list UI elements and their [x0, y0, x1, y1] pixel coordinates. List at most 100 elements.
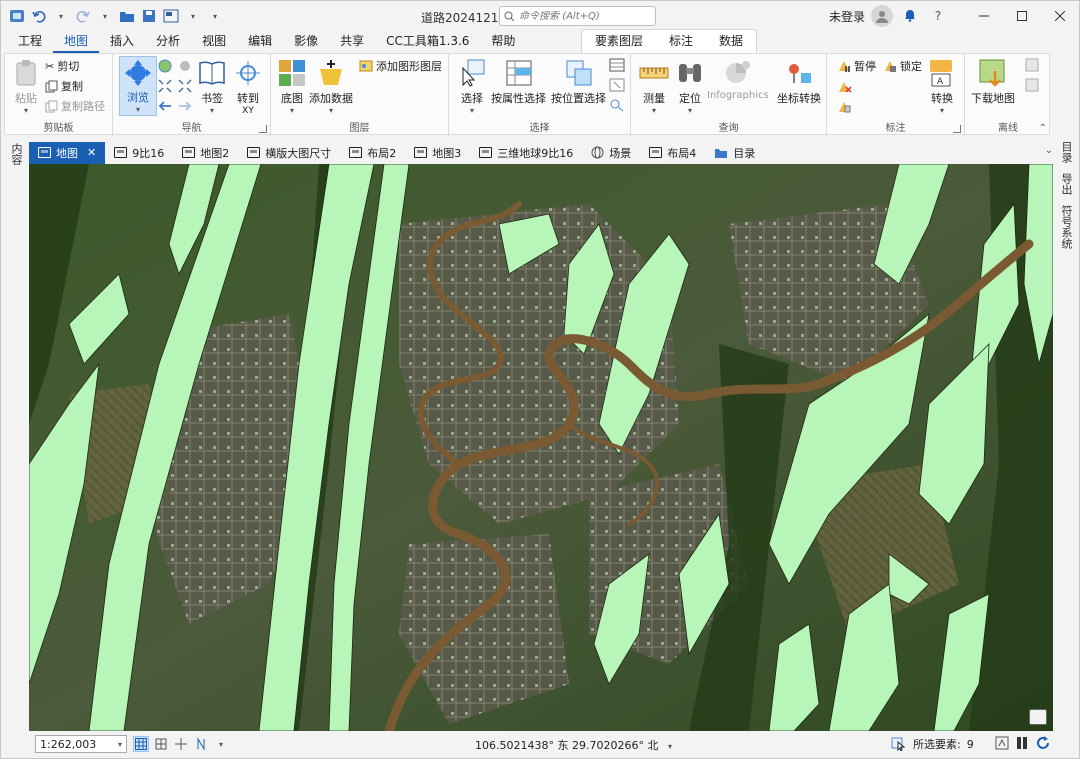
symbology-pane-tab[interactable]: 符号系统	[1058, 205, 1074, 249]
notification-bell-icon[interactable]	[899, 8, 921, 25]
view-tab-globe-9-16[interactable]: 三维地球9比16	[470, 142, 582, 164]
convert-labels-button[interactable]: A 转换 ▾	[927, 58, 957, 115]
select-by-attributes-button[interactable]: 按属性选择	[491, 58, 546, 106]
clear-selection-icon[interactable]	[609, 78, 625, 95]
attributes-icon[interactable]	[609, 58, 625, 75]
basemap-dropdown-icon[interactable]: ▾	[290, 106, 294, 115]
map-notes-icon[interactable]	[1029, 709, 1047, 725]
maximize-icon[interactable]	[1003, 1, 1041, 31]
save-icon[interactable]	[139, 6, 159, 26]
selected-features[interactable]: 所选要素: 9	[891, 734, 974, 754]
locate-button[interactable]: 定位 ▾	[675, 58, 705, 115]
close-icon[interactable]	[1041, 1, 1079, 31]
view-tab-layout2[interactable]: 布局2	[340, 142, 405, 164]
collapse-ribbon-icon[interactable]: ⌃	[1039, 123, 1047, 134]
tab-share[interactable]: 共享	[329, 31, 375, 53]
select-by-location-button[interactable]: 按位置选择	[551, 58, 606, 106]
bookmarks-button[interactable]: 书签 ▾	[197, 58, 227, 115]
select-button[interactable]: 选择 ▾	[457, 58, 487, 115]
scale-dropdown-icon[interactable]: ▾	[118, 740, 122, 749]
measure-button[interactable]: 测量 ▾	[639, 58, 669, 115]
zoom-to-layer-icon[interactable]	[177, 58, 193, 77]
basemap-button[interactable]: 底图 ▾	[277, 58, 307, 115]
add-graphics-layer-button[interactable]: 添加图形图层	[359, 58, 442, 74]
undo-icon[interactable]	[29, 6, 49, 26]
redo-dropdown-icon[interactable]: ▾	[95, 6, 115, 26]
sync-icon[interactable]	[1025, 58, 1039, 75]
snapping-icon[interactable]	[995, 736, 1009, 753]
fixed-zoom-out-icon[interactable]	[177, 78, 193, 97]
view-tab-landscape[interactable]: 横版大图尺寸	[238, 142, 340, 164]
tab-view[interactable]: 视图	[191, 31, 237, 53]
tab-cc-toolbox[interactable]: CC工具箱1.3.6	[375, 31, 480, 53]
next-extent-icon[interactable]	[177, 98, 193, 117]
tab-data[interactable]: 数据	[706, 30, 756, 52]
catalog-pane-tab[interactable]: 目录	[1058, 141, 1074, 163]
infographics-button[interactable]: Infographics	[707, 58, 769, 101]
tab-analysis[interactable]: 分析	[145, 31, 191, 53]
map-view[interactable]	[29, 164, 1053, 731]
undo-dropdown-icon[interactable]: ▾	[51, 6, 71, 26]
add-data-dropdown-icon[interactable]: ▾	[329, 106, 333, 115]
lock-labels-button[interactable]: 锁定	[883, 58, 922, 74]
crosshair-icon[interactable]	[173, 736, 189, 752]
coordinate-grid-icon[interactable]	[153, 736, 169, 752]
export-pane-tab[interactable]: 导出	[1058, 173, 1074, 195]
measure-dropdown-icon[interactable]: ▾	[652, 106, 656, 115]
bookmarks-dropdown-icon[interactable]: ▾	[210, 106, 214, 115]
north-arrow-icon[interactable]	[193, 736, 209, 752]
map-canvas[interactable]	[29, 164, 1053, 731]
view-tab-layout4[interactable]: 布局4	[640, 142, 705, 164]
view-tab-map3[interactable]: 地图3	[405, 142, 470, 164]
select-dropdown-icon[interactable]: ▾	[470, 106, 474, 115]
open-folder-icon[interactable]	[117, 6, 137, 26]
explore-button[interactable]: 浏览 ▾	[119, 56, 157, 116]
tab-overflow-chevron-icon[interactable]: ⌄	[1045, 145, 1053, 156]
convert-coordinates-button[interactable]: 坐标转换	[777, 58, 821, 106]
pause-drawing-icon[interactable]	[1015, 736, 1029, 753]
contents-pane-tab[interactable]: 内容	[8, 143, 24, 165]
paste-button[interactable]: 粘贴 ▾	[11, 58, 41, 115]
locate-dropdown-icon[interactable]: ▾	[688, 106, 692, 115]
close-tab-icon[interactable]: ✕	[87, 146, 96, 159]
full-extent-icon[interactable]	[157, 58, 173, 77]
copy-button[interactable]: 复制	[45, 78, 83, 94]
labeling-launcher-icon[interactable]	[953, 125, 961, 133]
navigate-launcher-icon[interactable]	[259, 125, 267, 133]
customize-qat-icon[interactable]: ▾	[205, 6, 225, 26]
minimize-icon[interactable]	[965, 1, 1003, 31]
convert-dropdown-icon[interactable]: ▾	[940, 106, 944, 115]
view-tab-catalog[interactable]: 目录	[705, 142, 764, 164]
refresh-icon[interactable]	[1035, 735, 1051, 754]
previous-extent-icon[interactable]	[157, 98, 173, 117]
tab-project[interactable]: 工程	[7, 31, 53, 53]
zoom-to-selection-icon[interactable]	[609, 98, 625, 115]
cut-button[interactable]: ✂ 剪切	[45, 58, 79, 74]
layout-view-icon[interactable]	[161, 6, 181, 26]
explore-dropdown-icon[interactable]: ▾	[136, 105, 140, 114]
tab-edit[interactable]: 编辑	[237, 31, 283, 53]
tab-help[interactable]: 帮助	[480, 31, 526, 53]
pause-labeling-button[interactable]: 暂停	[837, 58, 876, 74]
download-map-button[interactable]: 下载地图	[971, 58, 1015, 106]
status-tools-dropdown-icon[interactable]: ▾	[213, 736, 229, 752]
add-data-button[interactable]: 添加数据 ▾	[309, 58, 353, 115]
scale-selector[interactable]: 1:262,003 ▾	[35, 735, 127, 753]
tab-imagery[interactable]: 影像	[283, 31, 329, 53]
label-priority-icon[interactable]	[837, 100, 859, 117]
goto-xy-button[interactable]: 转到 XY	[233, 58, 263, 116]
view-tab-9-16[interactable]: 9比16	[105, 142, 173, 164]
tab-labeling[interactable]: 标注	[656, 30, 706, 52]
view-tab-map2[interactable]: 地图2	[173, 142, 238, 164]
view-tab-map[interactable]: 地图 ✕	[29, 141, 106, 164]
user-avatar-icon[interactable]	[871, 5, 894, 27]
command-search-input[interactable]	[519, 10, 649, 22]
help-icon[interactable]: ?	[927, 9, 949, 23]
tab-feature-layer[interactable]: 要素图层	[582, 30, 656, 52]
tab-map[interactable]: 地图	[53, 31, 100, 53]
coordinates-format-dropdown-icon[interactable]: ▾	[668, 742, 672, 751]
redo-icon[interactable]	[73, 6, 93, 26]
grid-icon[interactable]	[133, 736, 149, 752]
tab-insert[interactable]: 插入	[99, 31, 145, 53]
view-unplaced-icon[interactable]	[837, 80, 853, 97]
